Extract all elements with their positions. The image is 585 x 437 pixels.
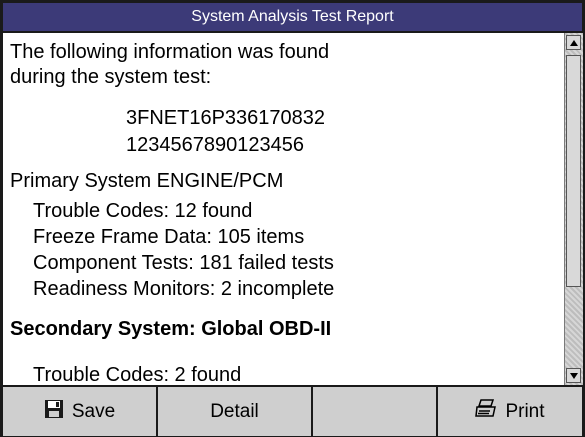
save-button-label: Save (71, 400, 116, 422)
blank-button[interactable] (313, 387, 438, 436)
id-number-value: 1234567890123456 (126, 134, 304, 156)
bottom-toolbar: Save Detail Print (3, 385, 582, 436)
report-content: The following information was found duri… (3, 33, 564, 385)
report-window: System Analysis Test Report The followin… (0, 0, 585, 437)
printer-icon (475, 398, 497, 425)
scroll-up-button[interactable] (566, 35, 581, 50)
arrow-up-icon (570, 40, 578, 46)
vin-value: 3FNET16P336170832 (126, 107, 326, 129)
primary-component-tests: Component Tests: 181 failed tests (33, 252, 334, 274)
vertical-scrollbar[interactable] (564, 33, 583, 385)
window-title: System Analysis Test Report (3, 3, 582, 33)
scroll-down-button[interactable] (566, 368, 581, 383)
scrollbar-thumb[interactable] (566, 55, 581, 287)
intro-line-1: The following information was found (10, 41, 330, 63)
print-button[interactable]: Print (438, 387, 582, 436)
secondary-system-heading: Secondary System: Global OBD-II (10, 318, 332, 340)
floppy-disk-icon (44, 399, 64, 425)
arrow-down-icon (570, 373, 578, 379)
detail-button-label: Detail (210, 400, 259, 422)
secondary-trouble-codes: Trouble Codes: 2 found (33, 364, 242, 385)
intro-line-2: during the system test: (10, 66, 212, 88)
print-button-label: Print (505, 400, 545, 422)
detail-button[interactable]: Detail (158, 387, 313, 436)
primary-trouble-codes: Trouble Codes: 12 found (33, 200, 253, 222)
primary-readiness-monitors: Readiness Monitors: 2 incomplete (33, 278, 335, 300)
save-button[interactable]: Save (3, 387, 158, 436)
primary-freeze-frame: Freeze Frame Data: 105 items (33, 226, 305, 248)
primary-system-heading: Primary System ENGINE/PCM (10, 170, 284, 192)
